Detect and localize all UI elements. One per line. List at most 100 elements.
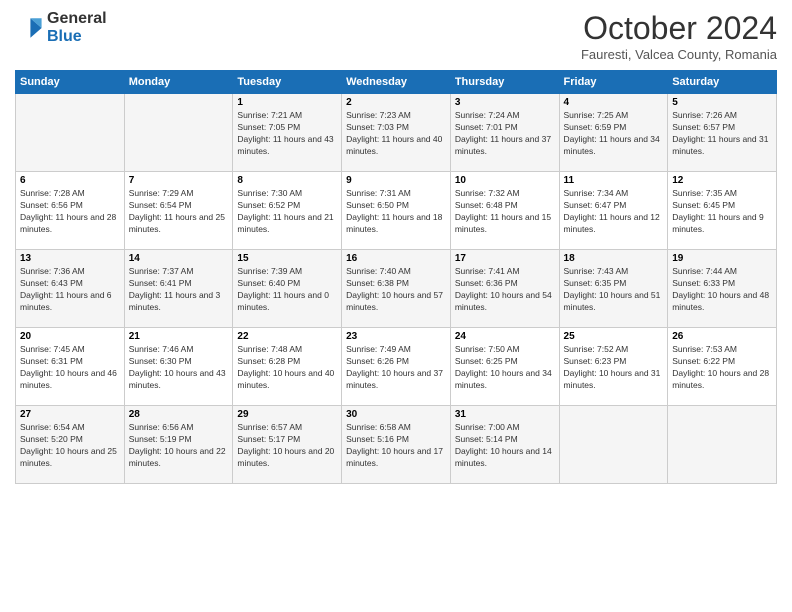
day-info: Sunrise: 6:56 AMSunset: 5:19 PMDaylight:…	[129, 422, 229, 470]
calendar-cell: 18 Sunrise: 7:43 AMSunset: 6:35 PMDayligh…	[559, 250, 668, 328]
calendar-cell: 28 Sunrise: 6:56 AMSunset: 5:19 PMDayligh…	[124, 406, 233, 484]
calendar-cell: 11 Sunrise: 7:34 AMSunset: 6:47 PMDayligh…	[559, 172, 668, 250]
day-number: 11	[564, 175, 664, 186]
weekday-header: Monday	[124, 71, 233, 94]
calendar-cell: 31Sunrise: 7:00 AMSunset: 5:14 PMDayligh…	[450, 406, 559, 484]
day-info: Sunrise: 7:24 AMSunset: 7:01 PMDaylight:…	[455, 110, 555, 158]
calendar-cell: 30 Sunrise: 6:58 AMSunset: 5:16 PMDayligh…	[342, 406, 451, 484]
calendar-page: General Blue October 2024 Fauresti, Valc…	[0, 0, 792, 612]
day-info: Sunrise: 7:41 AMSunset: 6:36 PMDaylight:…	[455, 266, 555, 314]
day-info: Sunrise: 7:30 AMSunset: 6:52 PMDaylight:…	[237, 188, 337, 236]
day-number: 24	[455, 331, 555, 342]
day-number: 27	[20, 409, 120, 420]
day-number: 13	[20, 253, 120, 264]
day-info: Sunrise: 7:43 AMSunset: 6:35 PMDaylight:…	[564, 266, 664, 314]
day-info: Sunrise: 6:54 AMSunset: 5:20 PMDaylight:…	[20, 422, 120, 470]
day-info: Sunrise: 7:44 AMSunset: 6:33 PMDaylight:…	[672, 266, 772, 314]
day-info: Sunrise: 7:26 AMSunset: 6:57 PMDaylight:…	[672, 110, 772, 158]
day-number: 8	[237, 175, 337, 186]
calendar-week-row: 27 Sunrise: 6:54 AMSunset: 5:20 PMDayligh…	[16, 406, 777, 484]
day-info: Sunrise: 7:45 AMSunset: 6:31 PMDaylight:…	[20, 344, 120, 392]
day-number: 4	[564, 97, 664, 108]
day-info: Sunrise: 7:00 AMSunset: 5:14 PMDaylight:…	[455, 422, 555, 470]
calendar-cell: 1Sunrise: 7:21 AMSunset: 7:05 PMDaylight…	[233, 94, 342, 172]
day-info: Sunrise: 7:28 AMSunset: 6:56 PMDaylight:…	[20, 188, 120, 236]
day-number: 28	[129, 409, 229, 420]
calendar-cell: 9 Sunrise: 7:31 AMSunset: 6:50 PMDaylight…	[342, 172, 451, 250]
day-info: Sunrise: 7:29 AMSunset: 6:54 PMDaylight:…	[129, 188, 229, 236]
weekday-row: SundayMondayTuesdayWednesdayThursdayFrid…	[16, 71, 777, 94]
weekday-header: Thursday	[450, 71, 559, 94]
day-number: 25	[564, 331, 664, 342]
calendar-cell: 12 Sunrise: 7:35 AMSunset: 6:45 PMDayligh…	[668, 172, 777, 250]
day-number: 15	[237, 253, 337, 264]
calendar-cell: 24 Sunrise: 7:50 AMSunset: 6:25 PMDayligh…	[450, 328, 559, 406]
day-info: Sunrise: 7:35 AMSunset: 6:45 PMDaylight:…	[672, 188, 772, 236]
calendar-cell: 27 Sunrise: 6:54 AMSunset: 5:20 PMDayligh…	[16, 406, 125, 484]
day-number: 7	[129, 175, 229, 186]
day-number: 6	[20, 175, 120, 186]
logo: General Blue	[15, 10, 107, 45]
day-number: 2	[346, 97, 446, 108]
calendar-cell: 16Sunrise: 7:40 AMSunset: 6:38 PMDayligh…	[342, 250, 451, 328]
day-number: 17	[455, 253, 555, 264]
calendar-cell: 4 Sunrise: 7:25 AMSunset: 6:59 PMDaylight…	[559, 94, 668, 172]
day-info: Sunrise: 7:25 AMSunset: 6:59 PMDaylight:…	[564, 110, 664, 158]
day-number: 30	[346, 409, 446, 420]
day-number: 3	[455, 97, 555, 108]
day-number: 9	[346, 175, 446, 186]
weekday-header: Friday	[559, 71, 668, 94]
day-number: 26	[672, 331, 772, 342]
day-info: Sunrise: 7:34 AMSunset: 6:47 PMDaylight:…	[564, 188, 664, 236]
day-info: Sunrise: 6:58 AMSunset: 5:16 PMDaylight:…	[346, 422, 446, 470]
day-info: Sunrise: 7:37 AMSunset: 6:41 PMDaylight:…	[129, 266, 229, 314]
calendar-table: SundayMondayTuesdayWednesdayThursdayFrid…	[15, 70, 777, 484]
day-info: Sunrise: 7:23 AMSunset: 7:03 PMDaylight:…	[346, 110, 446, 158]
day-number: 22	[237, 331, 337, 342]
logo-line1: General	[47, 10, 107, 28]
calendar-cell: 22 Sunrise: 7:48 AMSunset: 6:28 PMDayligh…	[233, 328, 342, 406]
calendar-cell	[124, 94, 233, 172]
calendar-cell	[16, 94, 125, 172]
day-info: Sunrise: 7:31 AMSunset: 6:50 PMDaylight:…	[346, 188, 446, 236]
logo-line2: Blue	[47, 28, 107, 46]
calendar-cell: 25 Sunrise: 7:52 AMSunset: 6:23 PMDayligh…	[559, 328, 668, 406]
calendar-week-row: 1Sunrise: 7:21 AMSunset: 7:05 PMDaylight…	[16, 94, 777, 172]
logo-text: General Blue	[47, 10, 107, 45]
calendar-cell: 10 Sunrise: 7:32 AMSunset: 6:48 PMDayligh…	[450, 172, 559, 250]
location: Fauresti, Valcea County, Romania	[581, 47, 777, 62]
day-info: Sunrise: 7:48 AMSunset: 6:28 PMDaylight:…	[237, 344, 337, 392]
day-number: 10	[455, 175, 555, 186]
calendar-cell: 2 Sunrise: 7:23 AMSunset: 7:03 PMDaylight…	[342, 94, 451, 172]
day-info: Sunrise: 7:46 AMSunset: 6:30 PMDaylight:…	[129, 344, 229, 392]
calendar-cell: 7 Sunrise: 7:29 AMSunset: 6:54 PMDaylight…	[124, 172, 233, 250]
day-number: 21	[129, 331, 229, 342]
title-block: October 2024 Fauresti, Valcea County, Ro…	[581, 10, 777, 62]
calendar-cell: 20 Sunrise: 7:45 AMSunset: 6:31 PMDayligh…	[16, 328, 125, 406]
day-number: 12	[672, 175, 772, 186]
calendar-cell: 15 Sunrise: 7:39 AMSunset: 6:40 PMDayligh…	[233, 250, 342, 328]
logo-icon	[15, 14, 43, 42]
day-number: 18	[564, 253, 664, 264]
day-info: Sunrise: 7:39 AMSunset: 6:40 PMDaylight:…	[237, 266, 337, 314]
calendar-cell: 6 Sunrise: 7:28 AMSunset: 6:56 PMDaylight…	[16, 172, 125, 250]
calendar-cell: 26Sunrise: 7:53 AMSunset: 6:22 PMDayligh…	[668, 328, 777, 406]
day-info: Sunrise: 7:49 AMSunset: 6:26 PMDaylight:…	[346, 344, 446, 392]
day-number: 1	[237, 97, 337, 108]
calendar-cell	[559, 406, 668, 484]
day-number: 20	[20, 331, 120, 342]
month-title: October 2024	[581, 10, 777, 47]
day-info: Sunrise: 7:52 AMSunset: 6:23 PMDaylight:…	[564, 344, 664, 392]
day-number: 29	[237, 409, 337, 420]
calendar-cell	[668, 406, 777, 484]
calendar-cell: 19 Sunrise: 7:44 AMSunset: 6:33 PMDayligh…	[668, 250, 777, 328]
calendar-week-row: 20 Sunrise: 7:45 AMSunset: 6:31 PMDayligh…	[16, 328, 777, 406]
day-number: 19	[672, 253, 772, 264]
day-info: Sunrise: 6:57 AMSunset: 5:17 PMDaylight:…	[237, 422, 337, 470]
header: General Blue October 2024 Fauresti, Valc…	[15, 10, 777, 62]
day-number: 5	[672, 97, 772, 108]
calendar-cell: 13Sunrise: 7:36 AMSunset: 6:43 PMDayligh…	[16, 250, 125, 328]
day-info: Sunrise: 7:50 AMSunset: 6:25 PMDaylight:…	[455, 344, 555, 392]
day-info: Sunrise: 7:32 AMSunset: 6:48 PMDaylight:…	[455, 188, 555, 236]
calendar-cell: 14Sunrise: 7:37 AMSunset: 6:41 PMDayligh…	[124, 250, 233, 328]
